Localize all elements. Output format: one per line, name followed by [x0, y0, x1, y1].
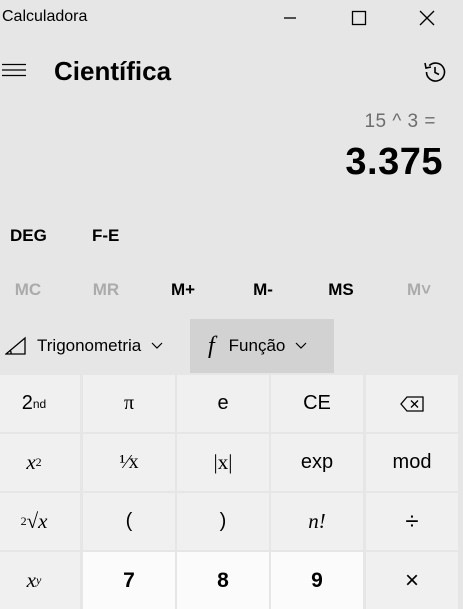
factorial-button[interactable]: n! — [271, 493, 363, 550]
minimize-icon — [284, 17, 296, 19]
function-label: Função — [228, 336, 286, 355]
chevron-down-icon — [151, 342, 163, 350]
expression-display: 15 ^ 3 = — [364, 111, 436, 132]
absolute-value-button[interactable]: |x| — [177, 434, 269, 491]
function-icon: f — [208, 332, 215, 359]
function-toolbar: Trigonometria f Função — [0, 319, 463, 373]
memory-row: MC MR M+ M- MS M˅ — [0, 276, 463, 306]
history-icon — [424, 62, 446, 82]
memory-store-button[interactable]: MS — [311, 280, 371, 300]
trigonometry-dropdown[interactable]: Trigonometria — [0, 319, 190, 373]
close-button[interactable] — [404, 0, 450, 36]
maximize-icon — [351, 10, 367, 26]
euler-button[interactable]: e — [177, 375, 269, 432]
fe-button[interactable]: F-E — [92, 226, 119, 246]
close-paren-button[interactable]: ) — [177, 493, 269, 550]
title-bar: Calculadora — [0, 0, 463, 36]
history-button[interactable] — [418, 56, 452, 88]
window-title: Calculadora — [2, 8, 88, 25]
power-button[interactable]: xy — [0, 552, 80, 609]
mod-button[interactable]: mod — [366, 434, 458, 491]
triangle-icon — [5, 336, 27, 356]
memory-clear-button[interactable]: MC — [0, 280, 58, 300]
result-display: 3.375 — [345, 141, 443, 183]
divide-button[interactable]: ÷ — [366, 493, 458, 550]
second-function-button[interactable]: 2nd — [0, 375, 80, 432]
trigonometry-label: Trigonometria — [37, 336, 142, 355]
reciprocal-button[interactable]: ¹⁄x — [83, 434, 175, 491]
app-header: Científica — [0, 46, 463, 96]
navigation-menu-button[interactable] — [0, 56, 28, 84]
digit-7-button[interactable]: 7 — [83, 552, 175, 609]
digit-8-button[interactable]: 8 — [177, 552, 269, 609]
multiply-button[interactable]: × — [366, 552, 458, 609]
backspace-button[interactable] — [366, 375, 458, 432]
minimize-button[interactable] — [267, 0, 313, 36]
memory-list-button[interactable]: M˅ — [389, 280, 449, 300]
hamburger-icon — [2, 63, 26, 77]
function-dropdown[interactable]: f Função — [190, 319, 334, 373]
memory-subtract-button[interactable]: M- — [233, 280, 293, 300]
square-root-button[interactable]: 2 √x — [0, 493, 80, 550]
clear-entry-button[interactable]: CE — [271, 375, 363, 432]
open-paren-button[interactable]: ( — [83, 493, 175, 550]
exp-button[interactable]: exp — [271, 434, 363, 491]
backspace-icon — [400, 395, 424, 412]
maximize-button[interactable] — [336, 0, 382, 36]
chevron-down-icon — [295, 342, 307, 350]
memory-recall-button[interactable]: MR — [76, 280, 136, 300]
close-icon — [419, 10, 435, 26]
digit-9-button[interactable]: 9 — [271, 552, 363, 609]
angle-mode-row: DEG F-E — [0, 222, 463, 250]
memory-add-button[interactable]: M+ — [153, 280, 213, 300]
calculator-mode-title: Científica — [54, 56, 172, 86]
pi-button[interactable]: π — [83, 375, 175, 432]
deg-button[interactable]: DEG — [10, 226, 47, 246]
square-button[interactable]: x2 — [0, 434, 80, 491]
